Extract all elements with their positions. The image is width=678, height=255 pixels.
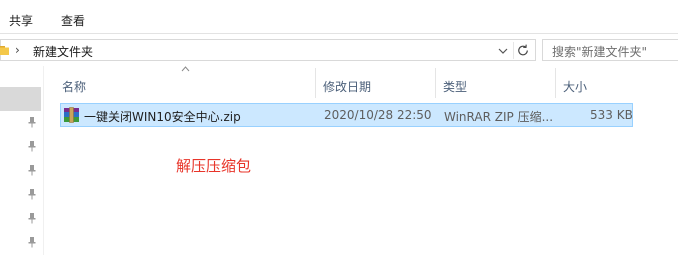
sort-ascending-icon xyxy=(181,66,190,72)
pin-icon[interactable] xyxy=(26,140,38,152)
pin-icon[interactable] xyxy=(26,236,38,248)
column-header-date-modified[interactable]: 修改日期 xyxy=(323,78,371,95)
column-divider[interactable] xyxy=(555,68,556,98)
column-header-name[interactable]: 名称 xyxy=(62,78,86,95)
folder-icon xyxy=(0,46,9,55)
breadcrumb-current-folder[interactable]: 新建文件夹 xyxy=(33,43,93,60)
winrar-archive-icon xyxy=(64,107,79,123)
navigation-pane xyxy=(0,66,44,255)
file-size: 533 KB xyxy=(590,108,633,122)
column-divider[interactable] xyxy=(315,68,316,98)
file-type: WinRAR ZIP 压缩... xyxy=(444,110,554,124)
pin-icon[interactable] xyxy=(26,188,38,200)
column-header-size[interactable]: 大小 xyxy=(563,78,587,95)
file-row[interactable]: 一键关闭WIN10安全中心.zip 2020/10/28 22:50 WinRA… xyxy=(60,103,633,127)
annotation-text: 解压压缩包 xyxy=(176,157,252,175)
breadcrumb-chevron-icon[interactable]: › xyxy=(15,43,20,57)
search-placeholder: 搜索"新建文件夹" xyxy=(552,45,648,59)
refresh-icon[interactable] xyxy=(513,42,533,59)
column-header-row: 名称 修改日期 类型 大小 xyxy=(44,66,678,102)
ribbon-tab-bar: 共享 查看 xyxy=(0,0,678,34)
file-name[interactable]: 一键关闭WIN10安全中心.zip xyxy=(84,108,241,125)
search-input[interactable]: 搜索"新建文件夹" xyxy=(542,39,678,61)
tab-share[interactable]: 共享 xyxy=(9,12,33,29)
file-date-modified: 2020/10/28 22:50 xyxy=(324,108,432,122)
nav-selected-item[interactable] xyxy=(0,87,41,111)
pin-icon[interactable] xyxy=(26,116,38,128)
column-divider[interactable] xyxy=(435,68,436,98)
address-bar[interactable]: › 新建文件夹 xyxy=(0,39,536,61)
pin-icon[interactable] xyxy=(26,164,38,176)
pin-icon[interactable] xyxy=(26,212,38,224)
chevron-down-icon[interactable] xyxy=(495,43,511,59)
tab-view[interactable]: 查看 xyxy=(61,12,85,29)
column-header-type[interactable]: 类型 xyxy=(443,78,467,95)
address-row: › 新建文件夹 搜索"新建文件夹" xyxy=(0,34,678,66)
